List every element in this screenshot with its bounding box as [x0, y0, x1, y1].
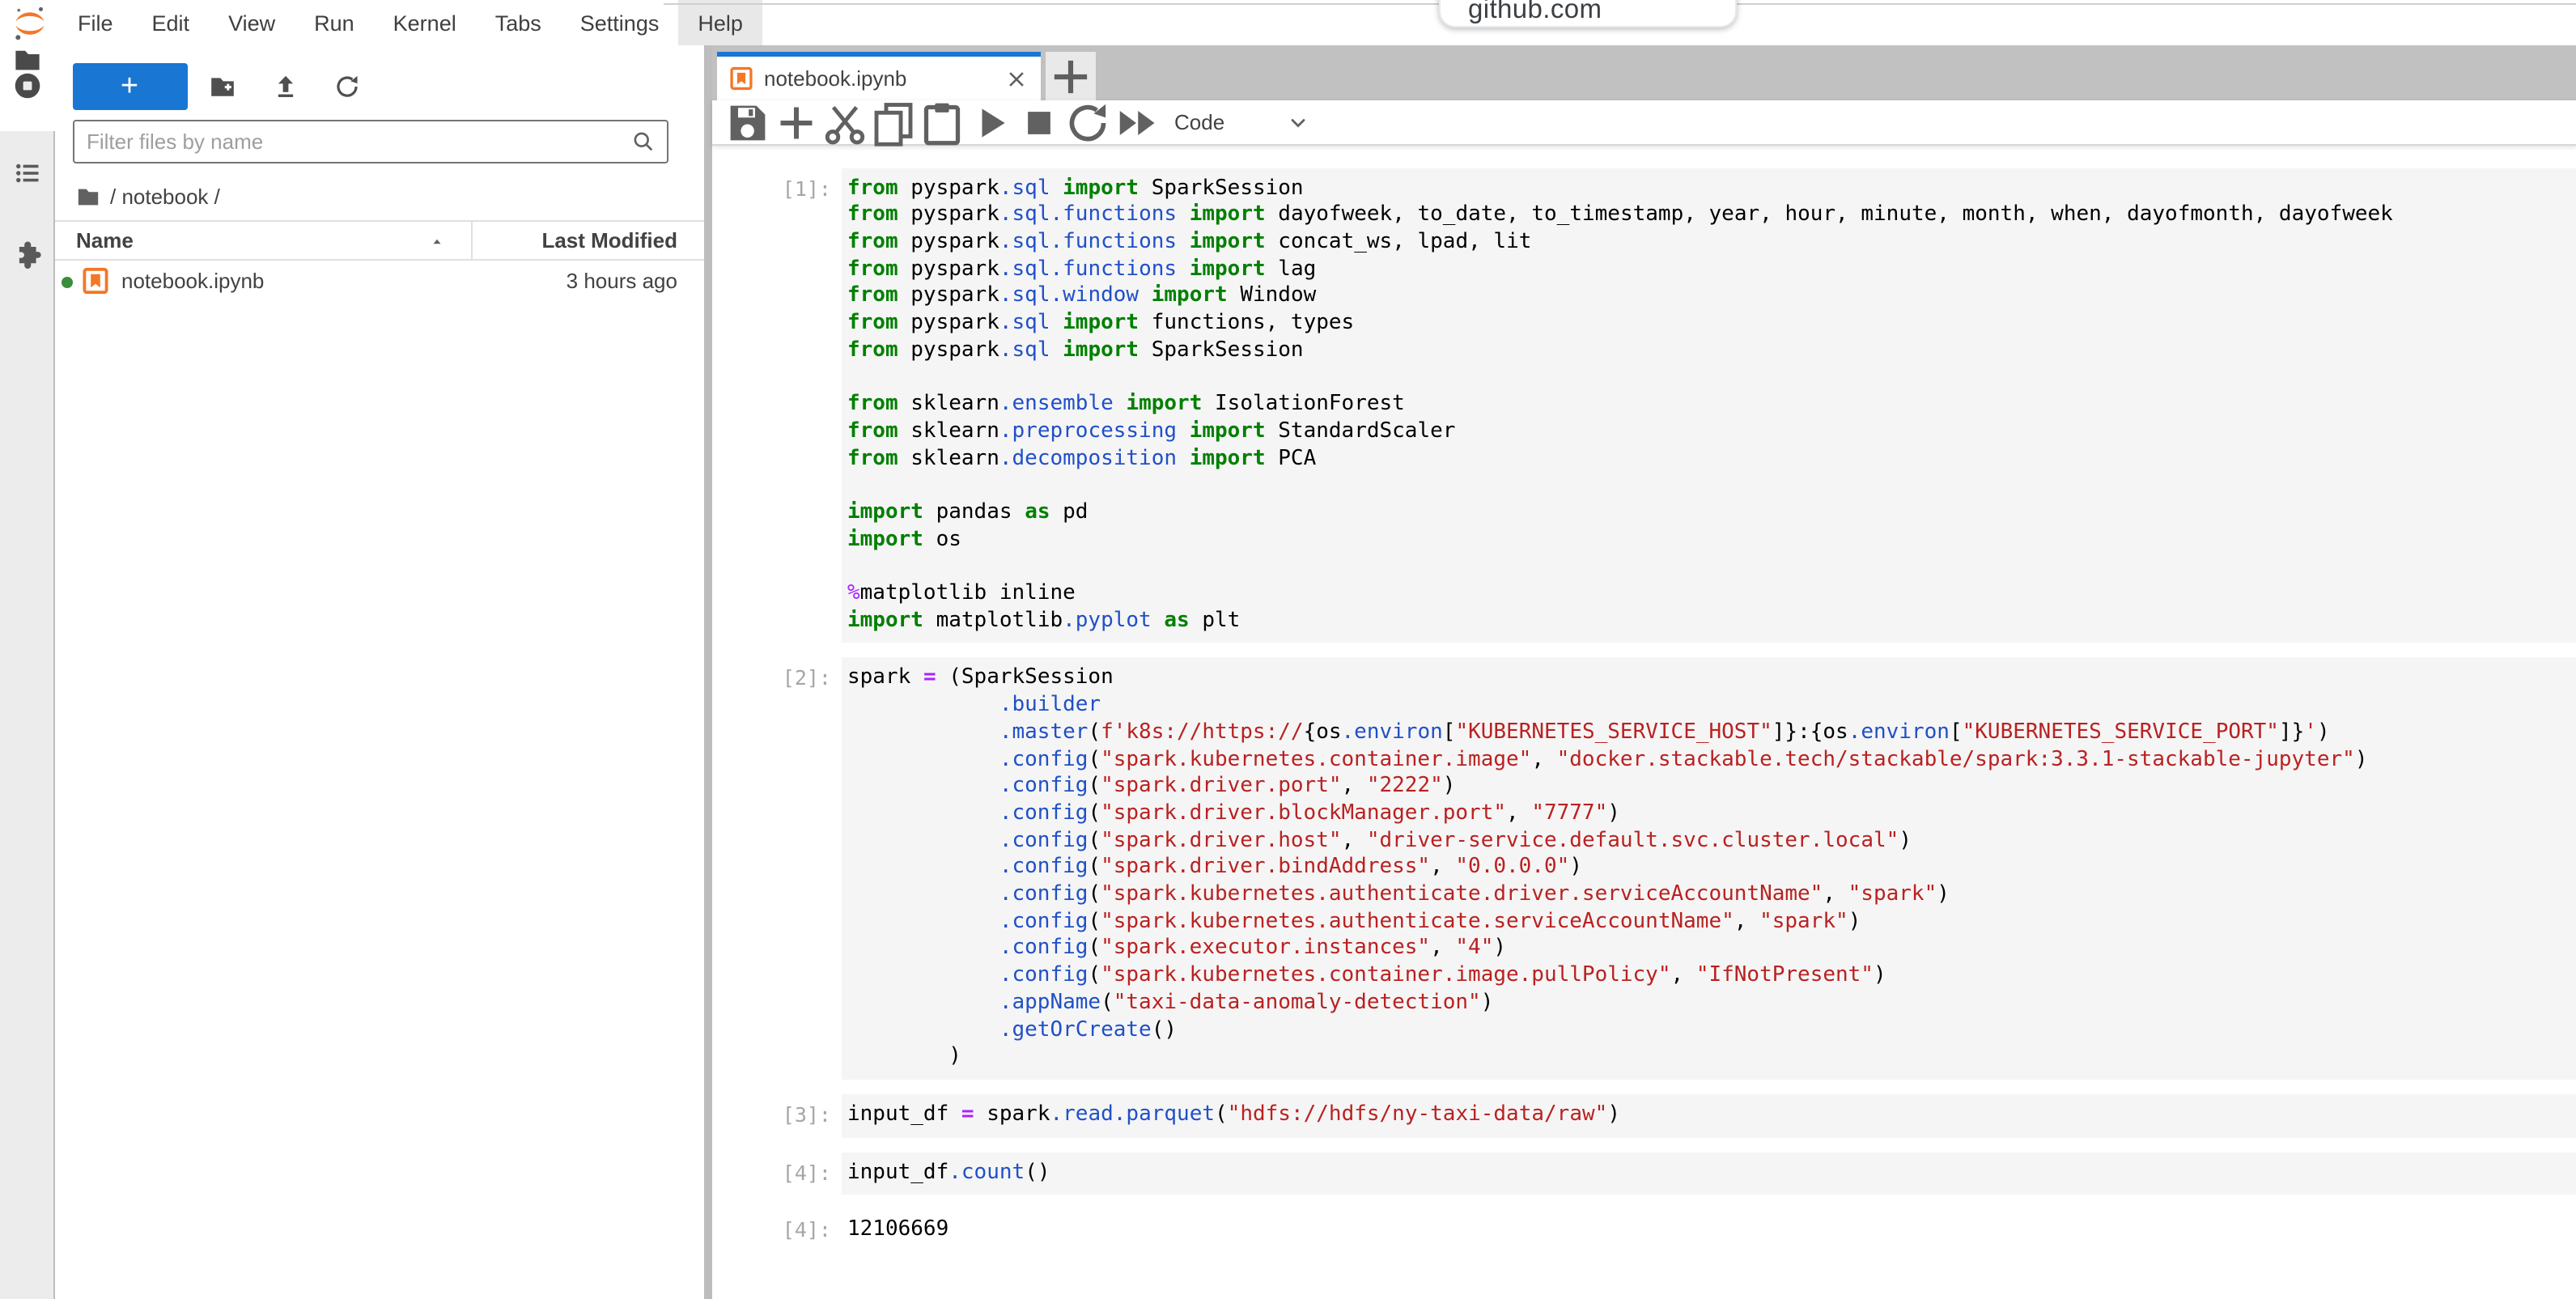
code-editor[interactable]: from pyspark.sql import SparkSessionfrom…	[841, 168, 2576, 643]
sidebar-tab-stop-circle-icon[interactable]	[13, 71, 42, 100]
plus-button[interactable]	[771, 101, 820, 143]
kernel-running-dot	[62, 277, 73, 288]
cut-button[interactable]	[820, 101, 868, 143]
file-row[interactable]: notebook.ipynb 3 hours ago	[55, 261, 703, 303]
copy-button[interactable]	[868, 101, 917, 143]
refresh-icon[interactable]	[333, 73, 361, 100]
main-menu: FileEditViewRunKernelTabsSettingsHelp	[58, 0, 762, 45]
activity-sidebar	[0, 45, 55, 1299]
sidebar-tab-puzzle-icon[interactable]	[13, 240, 42, 269]
save-icon	[723, 98, 771, 146]
restart-icon	[1063, 98, 1111, 146]
output-cell: [4]:12106669	[711, 1210, 2576, 1253]
menu-item-view[interactable]: View	[209, 0, 295, 45]
breadcrumb-path[interactable]: / notebook /	[110, 184, 220, 208]
notebook-cells-area: [1]:from pyspark.sql import SparkSession…	[711, 146, 2576, 1299]
restart-button[interactable]	[1063, 101, 1111, 143]
menu-item-edit[interactable]: Edit	[133, 0, 210, 45]
stop-button[interactable]	[1014, 101, 1063, 143]
sidebar-tab-folder-icon[interactable]	[13, 45, 42, 74]
autocomplete-suggestion[interactable]: github.com	[1468, 0, 1602, 26]
menu-item-settings[interactable]: Settings	[561, 0, 679, 45]
breadcrumb-folder-icon[interactable]	[76, 184, 100, 208]
save-button[interactable]	[723, 101, 771, 143]
dock-panel: notebook.ipynb Code [1]:from pyspark.sql…	[711, 45, 2576, 1299]
file-modified: 3 hours ago	[567, 269, 677, 293]
copy-icon	[868, 98, 917, 146]
run-button[interactable]	[965, 101, 1014, 143]
menu-bar: FileEditViewRunKernelTabsSettingsHelp gi…	[0, 0, 2576, 45]
menu-item-file[interactable]: File	[58, 0, 133, 45]
file-browser-panel: + / notebook / Name Last Modified notebo…	[55, 45, 703, 1299]
stop-icon	[1014, 98, 1063, 146]
menu-item-run[interactable]: Run	[295, 0, 374, 45]
code-cell: [2]:spark = (SparkSession .builder .mast…	[711, 658, 2576, 1080]
tab-label[interactable]: notebook.ipynb	[764, 66, 1005, 91]
cut-icon	[820, 98, 868, 146]
fast-forward-button[interactable]	[1111, 101, 1160, 143]
menu-item-kernel[interactable]: Kernel	[374, 0, 476, 45]
plus-icon	[771, 98, 820, 146]
menu-item-tabs[interactable]: Tabs	[476, 0, 561, 45]
column-divider	[471, 222, 473, 259]
notebook-toolbar: Code	[711, 100, 2576, 146]
browser-autocomplete-popup[interactable]: github.com	[1439, 0, 1737, 28]
toolbar-buttons	[723, 101, 1160, 143]
new-tab-button[interactable]	[1046, 52, 1096, 100]
notebook-file-icon	[83, 267, 108, 295]
code-editor[interactable]: input_df = spark.read.parquet("hdfs://hd…	[841, 1094, 2576, 1137]
chevron-down-icon[interactable]	[1286, 111, 1309, 134]
breadcrumb[interactable]: / notebook /	[76, 178, 220, 214]
code-cell: [1]:from pyspark.sql import SparkSession…	[711, 168, 2576, 643]
code-editor[interactable]: input_df.count()	[841, 1152, 2576, 1195]
column-header-name[interactable]: Name	[76, 228, 134, 253]
column-header-modified[interactable]: Last Modified	[541, 228, 677, 253]
tab-notebook[interactable]: notebook.ipynb	[717, 52, 1041, 100]
code-cell: [3]:input_df = spark.read.parquet("hdfs:…	[711, 1094, 2576, 1137]
jupyter-logo-icon	[11, 5, 49, 42]
run-icon	[965, 98, 1014, 146]
paste-icon	[917, 98, 965, 146]
output-area: 12106669	[841, 1210, 2576, 1253]
file-list: notebook.ipynb 3 hours ago	[55, 261, 703, 303]
input-prompt: [2]:	[711, 658, 841, 1080]
file-name[interactable]: notebook.ipynb	[121, 269, 264, 293]
code-cell: [4]:input_df.count()	[711, 1152, 2576, 1195]
fast-forward-icon	[1111, 98, 1160, 146]
sort-asc-icon[interactable]	[429, 235, 445, 251]
upload-icon[interactable]	[272, 73, 299, 100]
filter-files-input[interactable]	[87, 123, 621, 160]
search-icon	[630, 129, 655, 154]
file-list-header: Name Last Modified	[55, 220, 703, 261]
input-prompt: [4]:	[711, 1152, 841, 1195]
new-folder-icon[interactable]	[209, 73, 236, 100]
dock-tab-bar: notebook.ipynb	[711, 45, 2576, 100]
sidebar-tab-list-icon[interactable]	[13, 159, 42, 188]
paste-button[interactable]	[917, 101, 965, 143]
jupyterlab-window: FileEditViewRunKernelTabsSettingsHelp gi…	[0, 0, 2576, 1299]
new-launcher-button[interactable]: +	[72, 63, 187, 110]
plus-icon	[1046, 51, 1096, 101]
menu-item-help[interactable]: Help	[678, 0, 762, 45]
notebook-file-icon	[730, 66, 753, 91]
output-prompt: [4]:	[711, 1210, 841, 1253]
filter-box	[72, 120, 668, 163]
input-prompt: [1]:	[711, 168, 841, 643]
panel-resize-handle[interactable]	[703, 45, 711, 1299]
close-icon[interactable]	[1005, 67, 1028, 90]
input-prompt: [3]:	[711, 1094, 841, 1137]
cell-type-select[interactable]: Code	[1174, 110, 1224, 134]
code-editor[interactable]: spark = (SparkSession .builder .master(f…	[841, 658, 2576, 1080]
